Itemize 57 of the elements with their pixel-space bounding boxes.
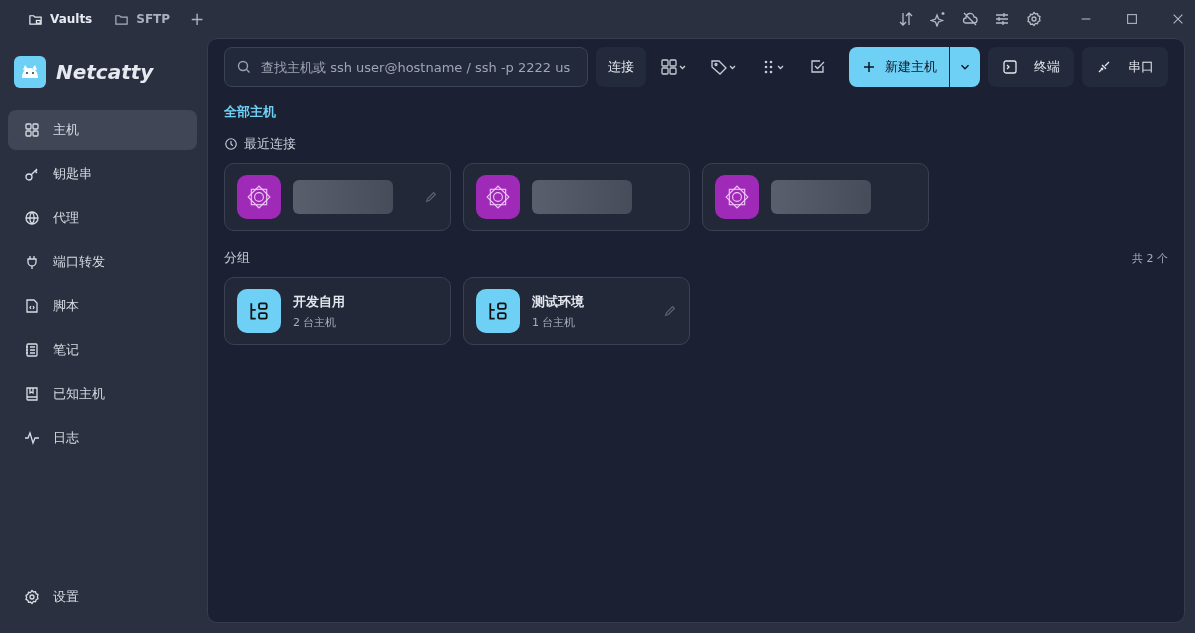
sidebar-item[interactable]: 笔记	[8, 330, 197, 370]
host-count: 1 台主机	[532, 314, 577, 330]
cloud-off-icon[interactable]	[962, 11, 978, 27]
connect-button[interactable]: 连接	[596, 47, 646, 87]
sidebar-item[interactable]: 代理	[8, 198, 197, 238]
terminal-icon	[1002, 59, 1018, 75]
sidebar-item[interactable]: 日志	[8, 418, 197, 458]
sidebar-item[interactable]: 已知主机	[8, 374, 197, 414]
hierarchy-avatar-icon	[237, 289, 281, 333]
group-card[interactable]: 测试环境 1 台主机	[463, 277, 690, 345]
brand-name: Netcatty	[56, 60, 154, 84]
globe-icon	[24, 210, 40, 226]
breadcrumb-link[interactable]: 全部主机	[224, 103, 276, 121]
group-name: 开发自用	[293, 292, 345, 311]
section-title: 最近连接	[244, 135, 296, 153]
search-field[interactable]: 查找主机或 ssh user@hostname / ssh -p 2222 us	[224, 47, 588, 87]
grid-icon	[24, 122, 40, 138]
hierarchy-avatar-icon	[476, 289, 520, 333]
flower-avatar-icon	[237, 175, 281, 219]
maximize-icon[interactable]	[1125, 12, 1139, 26]
host-card[interactable]	[224, 163, 451, 231]
script-icon	[24, 298, 40, 314]
new-tab-button[interactable]: +	[184, 9, 211, 29]
sparkle-icon[interactable]	[930, 11, 946, 27]
book-icon	[24, 386, 40, 402]
settings-icon[interactable]	[1026, 11, 1042, 27]
close-icon[interactable]	[1171, 12, 1185, 26]
flower-avatar-icon	[476, 175, 520, 219]
sidebar-item[interactable]: 端口转发	[8, 242, 197, 282]
group-count: 共 2 个	[1132, 250, 1168, 266]
settings-item[interactable]: 设置	[8, 577, 197, 617]
sliders-icon[interactable]	[994, 11, 1010, 27]
settings-icon	[24, 589, 40, 605]
group-name: 测试环境	[532, 292, 584, 311]
sidebar-item[interactable]: 钥匙串	[8, 154, 197, 194]
host-card[interactable]	[463, 163, 690, 231]
key-icon	[24, 166, 40, 182]
search-icon	[236, 59, 252, 75]
host-count: 2 台主机	[293, 314, 338, 330]
sort-arrows-icon[interactable]	[898, 11, 914, 27]
terminal-button[interactable]: 终端	[988, 47, 1074, 87]
window-tab[interactable]: Vaults	[20, 7, 101, 31]
clock-icon	[224, 137, 238, 151]
pulse-icon	[24, 430, 40, 446]
sidebar-item[interactable]: 脚本	[8, 286, 197, 326]
group-card[interactable]: 开发自用 2 台主机	[224, 277, 451, 345]
section-title: 分组	[224, 249, 250, 267]
cat-logo-icon	[14, 56, 46, 88]
plus-icon	[861, 59, 877, 75]
host-card[interactable]	[702, 163, 929, 231]
cable-icon	[1096, 59, 1112, 75]
flower-avatar-icon	[715, 175, 759, 219]
notes-icon	[24, 342, 40, 358]
serial-button[interactable]: 串口	[1082, 47, 1168, 87]
plug-icon	[24, 254, 40, 270]
window-tab[interactable]: SFTP	[106, 7, 179, 31]
sidebar-item[interactable]: 主机	[8, 110, 197, 150]
